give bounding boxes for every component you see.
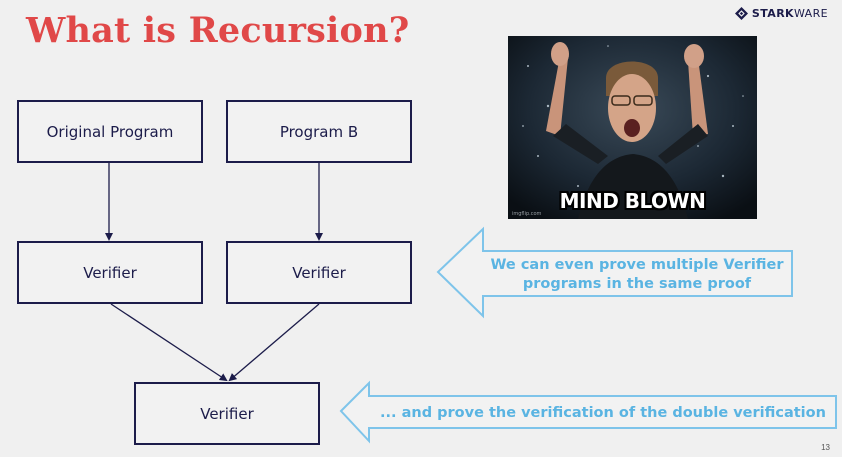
- callout-bottom-text: ... and prove the verification of the do…: [380, 405, 826, 421]
- verifier-left-box: Verifier: [17, 241, 203, 304]
- original-program-box: Original Program: [17, 100, 203, 163]
- arrow-verifier-left-to-bottom: [110, 303, 228, 382]
- callout-top-line1: We can even prove multiple Verifier: [490, 257, 784, 273]
- meme-caption: MIND BLOWN: [559, 189, 706, 213]
- program-b-box: Program B: [226, 100, 412, 163]
- verifier-bottom-box: Verifier: [134, 382, 320, 445]
- meme-watermark: imgflip.com: [512, 211, 542, 217]
- mind-blown-meme-image: MIND BLOWN imgflip.com: [508, 36, 757, 219]
- slide-number: 13: [821, 443, 830, 452]
- verifier-right-box: Verifier: [226, 241, 412, 304]
- callout-top-line2: programs in the same proof: [522, 276, 752, 292]
- callout-top-text: We can even prove multiple Verifier prog…: [484, 256, 790, 294]
- arrow-verifier-right-to-bottom: [228, 303, 320, 382]
